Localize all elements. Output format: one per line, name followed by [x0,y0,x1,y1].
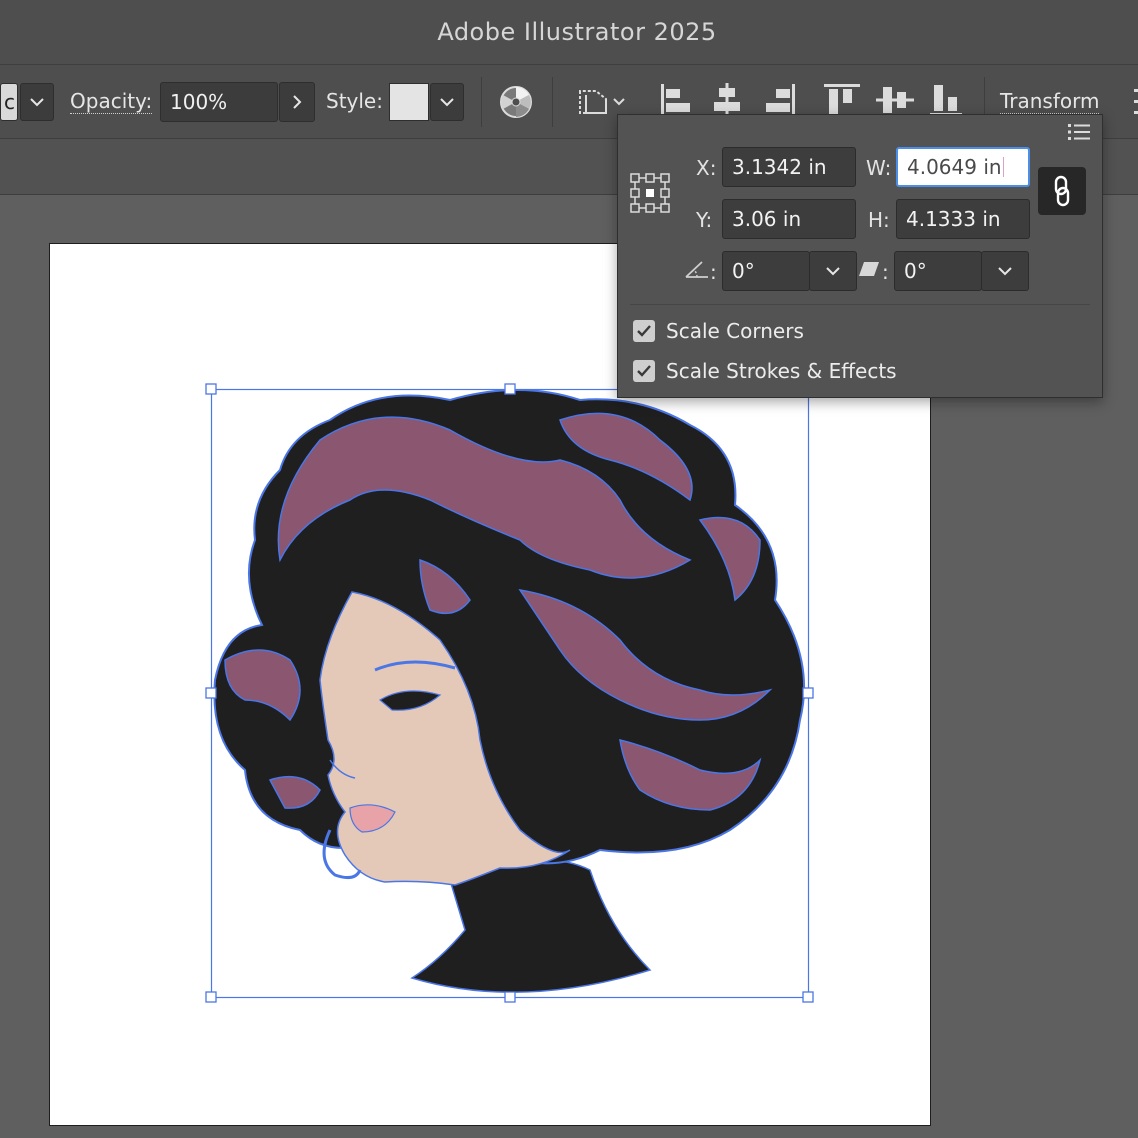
w-value: 4.0649 in [907,155,1002,179]
truncated-dropdown-button[interactable] [20,83,54,121]
align-horizontal-center-icon[interactable] [712,83,742,117]
opacity-value: 100% [170,90,228,114]
chevron-down-icon [30,98,44,107]
h-value: 4.1333 in [906,207,1001,231]
graphic-style-dropdown[interactable] [430,83,464,121]
checkmark-icon [637,325,651,337]
h-label: H: [868,208,890,232]
transform-panel-link[interactable]: Transform [1000,89,1100,114]
panel-menu-icon[interactable] [1068,123,1090,141]
text-caret [1002,157,1004,177]
opacity-input[interactable]: 100% [160,82,278,122]
title-bar: Adobe Illustrator 2025 [0,0,1138,64]
x-input[interactable]: 3.1342 in [722,147,856,187]
scale-strokes-label[interactable]: Scale Strokes & Effects [666,359,897,383]
truncated-dropdown-value: c [4,90,15,114]
reference-point-icon[interactable] [630,173,670,213]
panel-divider [630,304,1090,305]
checkmark-icon [637,365,651,377]
angle-value: 0° [732,259,755,283]
scale-corners-checkbox[interactable] [633,320,655,342]
chevron-down-icon [440,98,454,107]
h-input[interactable]: 4.1333 in [896,199,1030,239]
opacity-expand-button[interactable] [279,82,315,122]
x-value: 3.1342 in [732,155,827,179]
chevron-down-icon [826,267,840,276]
graphic-style-swatch[interactable] [389,83,429,121]
style-label: Style: [326,89,383,113]
w-label: W: [866,156,892,180]
control-bar-overflow-icon[interactable] [1128,87,1138,117]
chevron-right-icon [293,95,302,109]
align-bottom-icon[interactable] [930,83,962,117]
scale-strokes-checkbox[interactable] [633,360,655,382]
constrain-proportions-link-icon [1054,175,1070,207]
shear-value: 0° [904,259,927,283]
align-left-icon[interactable] [660,83,692,117]
chevron-down-icon [998,267,1012,276]
constrain-proportions-button[interactable] [1038,167,1086,215]
angle-dropdown[interactable] [809,251,857,291]
align-vertical-center-icon[interactable] [876,83,914,117]
separator [481,77,482,127]
shear-dropdown[interactable] [981,251,1029,291]
w-input[interactable]: 4.0649 in [896,147,1030,187]
angle-input[interactable]: 0° [722,251,810,291]
recolor-artwork-icon[interactable] [498,84,534,120]
y-input[interactable]: 3.06 in [722,199,856,239]
shear-icon [859,262,879,276]
x-label: X: [696,156,717,180]
scale-corners-label[interactable]: Scale Corners [666,319,804,343]
truncated-dropdown[interactable]: c [0,83,18,121]
shear-input[interactable]: 0° [894,251,982,291]
angle-label: : [710,260,717,284]
align-top-icon[interactable] [824,83,860,117]
app-title: Adobe Illustrator 2025 [437,18,717,46]
shear-label: : [882,260,889,284]
transform-panel: X: 3.1342 in W: 4.0649 in Y: 3.06 in H: … [617,114,1103,398]
y-label: Y: [696,208,713,232]
y-value: 3.06 in [732,207,802,231]
align-right-icon[interactable] [764,83,796,117]
opacity-label[interactable]: Opacity: [70,89,153,114]
separator [552,77,553,127]
rotate-angle-icon [685,261,708,278]
